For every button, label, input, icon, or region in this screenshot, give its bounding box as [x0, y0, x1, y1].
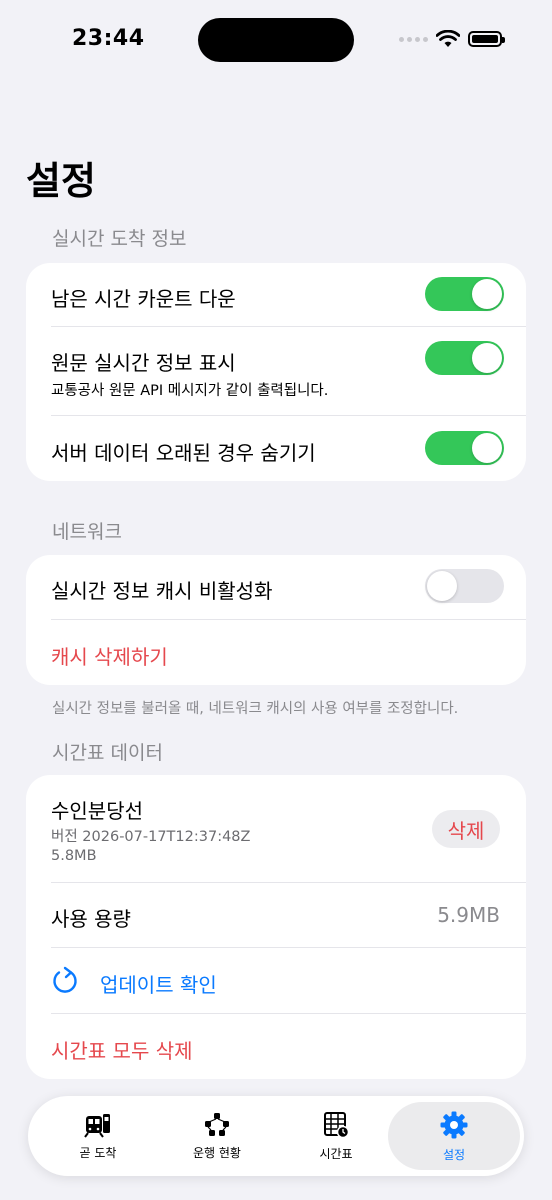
clear-cache-label: 캐시 삭제하기	[51, 645, 168, 669]
timetable-icon	[324, 1111, 350, 1138]
section-header-network: 네트워크	[52, 521, 122, 543]
tram-icon	[84, 1113, 110, 1138]
row-disable-cache: 실시간 정보 캐시 비활성화	[26, 555, 526, 619]
card-network: 실시간 정보 캐시 비활성화 캐시 삭제하기	[26, 555, 526, 685]
refresh-icon	[53, 966, 77, 993]
tab-label: 운행 현황	[193, 1145, 241, 1160]
usage-value: 5.9MB	[437, 903, 500, 927]
disable-cache-toggle[interactable]	[425, 569, 504, 603]
tab-label: 시간표	[319, 1146, 353, 1161]
tab-operation[interactable]: 운행 현황	[155, 1102, 279, 1170]
usage-label: 사용 용량	[51, 907, 131, 931]
row-usage: 사용 용량 5.9MB	[26, 883, 526, 947]
delete-line-button[interactable]: 삭제	[432, 810, 500, 848]
battery-icon	[468, 31, 505, 47]
delete-all-label: 시간표 모두 삭제	[51, 1039, 193, 1063]
raw-info-label: 원문 실시간 정보 표시	[51, 351, 236, 375]
row-countdown: 남은 시간 카운트 다운	[26, 263, 526, 327]
countdown-toggle[interactable]	[425, 277, 504, 311]
tab-label: 곧 도착	[79, 1145, 117, 1160]
card-realtime: 남은 시간 카운트 다운 원문 실시간 정보 표시 교통공사 원문 API 메시…	[26, 263, 526, 481]
card-timetable: 수인분당선 버전 2026-07-17T12:37:48Z 5.8MB 삭제 사…	[26, 775, 526, 1079]
line-version: 버전 2026-07-17T12:37:48Z	[51, 829, 251, 845]
gear-icon	[440, 1111, 468, 1138]
raw-info-subtitle: 교통공사 원문 API 메시지가 같이 출력됩니다.	[51, 383, 329, 399]
clear-cache-button[interactable]: 캐시 삭제하기	[26, 620, 526, 685]
hide-stale-label: 서버 데이터 오래된 경우 숨기기	[51, 441, 316, 465]
tab-timetable[interactable]: 시간표	[274, 1102, 398, 1170]
countdown-label: 남은 시간 카운트 다운	[51, 287, 236, 311]
hide-stale-toggle[interactable]	[425, 431, 504, 465]
status-time: 23:44	[72, 26, 145, 51]
raw-info-toggle[interactable]	[425, 341, 504, 375]
update-check-button[interactable]: 업데이트 확인	[26, 948, 526, 1014]
update-check-label: 업데이트 확인	[100, 973, 217, 997]
row-raw-info: 원문 실시간 정보 표시 교통공사 원문 API 메시지가 같이 출력됩니다.	[26, 327, 526, 415]
row-hide-stale: 서버 데이터 오래된 경우 숨기기	[26, 416, 526, 481]
tab-settings[interactable]: 설정	[388, 1102, 520, 1170]
page-title: 설정	[26, 159, 96, 203]
row-line: 수인분당선 버전 2026-07-17T12:37:48Z 5.8MB 삭제	[26, 775, 526, 882]
status-icons	[399, 30, 505, 48]
line-name: 수인분당선	[51, 799, 143, 823]
tab-arrivals[interactable]: 곧 도착	[36, 1102, 160, 1170]
wifi-icon	[436, 30, 460, 47]
cellular-signal-icon	[399, 36, 428, 42]
line-size: 5.8MB	[51, 848, 97, 864]
section-header-timetable: 시간표 데이터	[52, 742, 163, 764]
disable-cache-label: 실시간 정보 캐시 비활성화	[51, 579, 273, 603]
section-header-realtime: 실시간 도착 정보	[52, 228, 187, 250]
dynamic-island	[198, 18, 354, 62]
network-footnote: 실시간 정보를 불러올 때, 네트워크 캐시의 사용 여부를 조정합니다.	[52, 701, 459, 717]
tab-label: 설정	[442, 1147, 466, 1162]
delete-all-timetables-button[interactable]: 시간표 모두 삭제	[26, 1014, 526, 1079]
network-icon	[205, 1112, 229, 1136]
tab-bar: 곧 도착 운행 현황 시간표 설정	[28, 1096, 524, 1176]
